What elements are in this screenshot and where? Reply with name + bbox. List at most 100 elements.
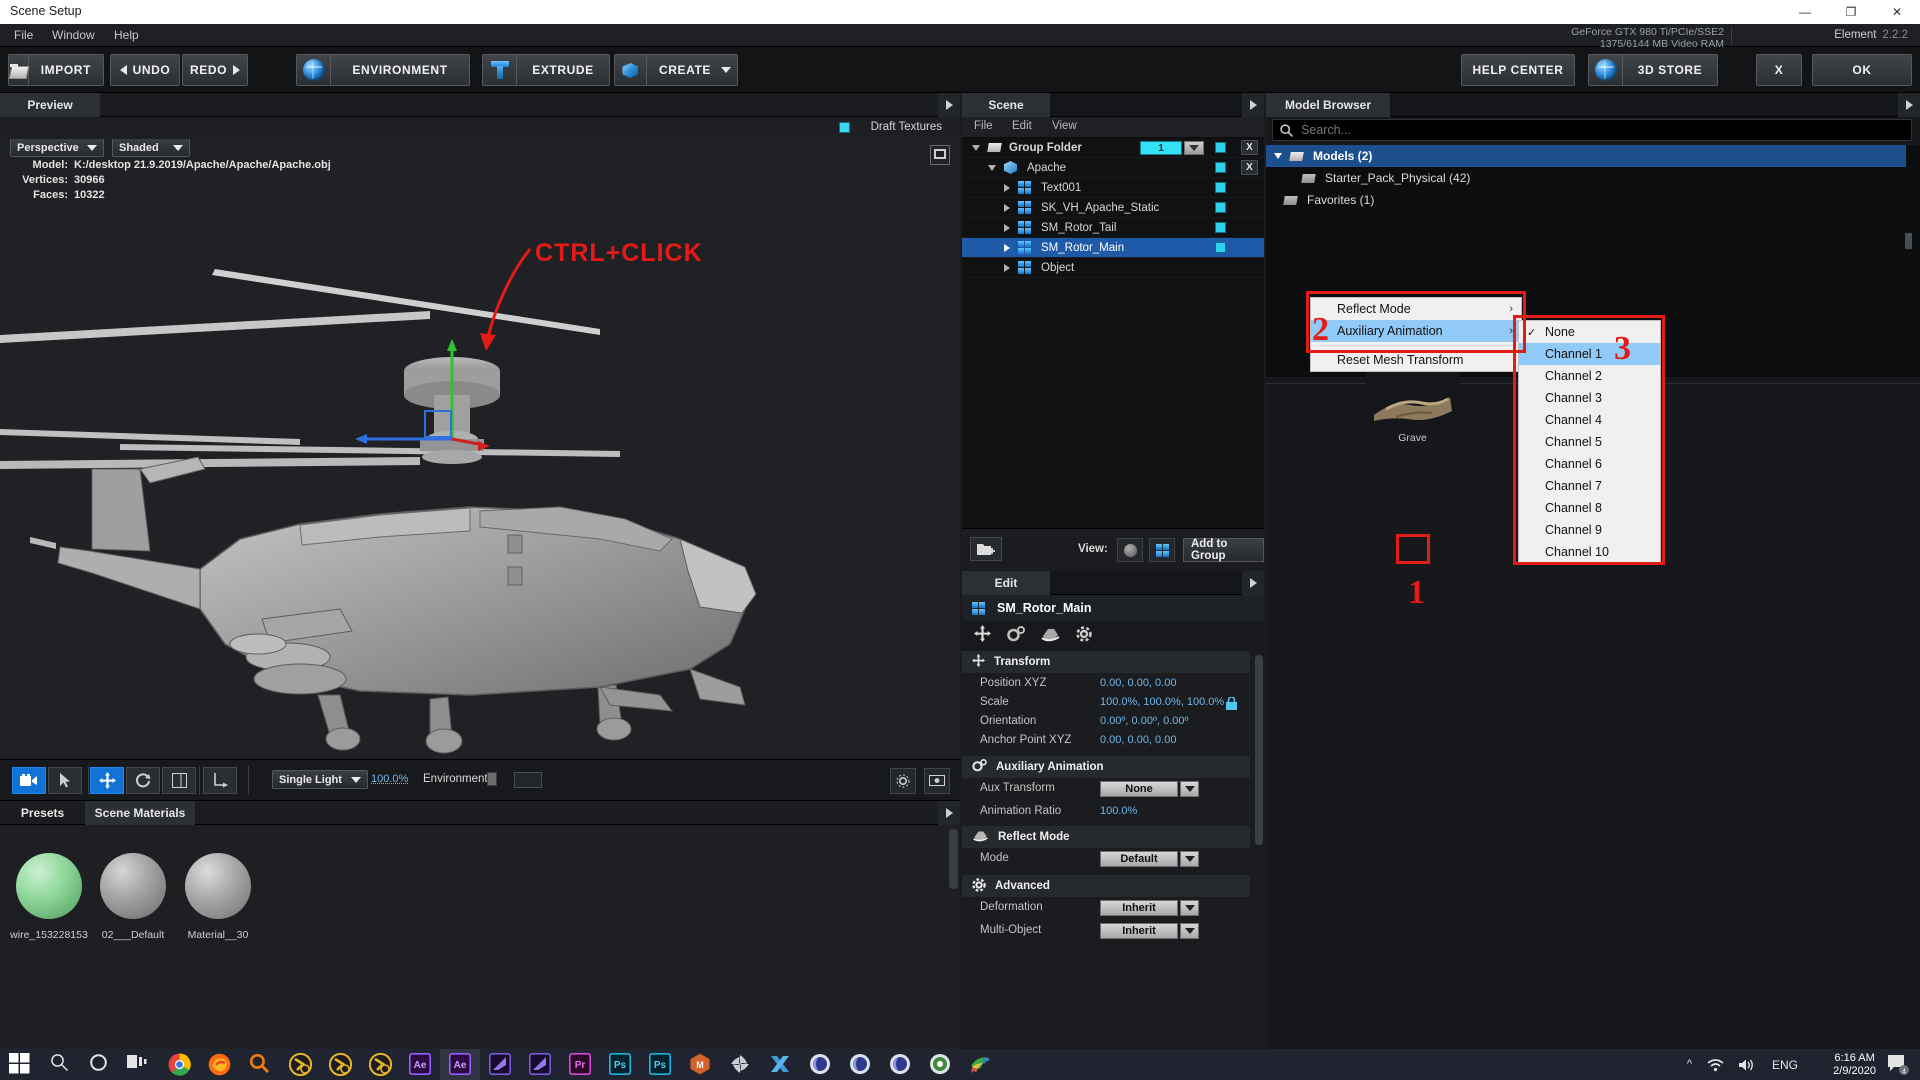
camera-mode-dropdown[interactable]: Perspective (10, 139, 104, 157)
materials-scrollbar[interactable] (949, 829, 958, 889)
tab-preview[interactable]: Preview (0, 93, 100, 117)
material-swatch[interactable] (16, 853, 82, 919)
scene-tree-row-sk-vh-apache-static[interactable]: SK_VH_Apache_Static (962, 198, 1264, 218)
cancel-button[interactable]: X (1756, 54, 1802, 86)
advanced-section-icon[interactable] (1076, 626, 1092, 647)
ok-button[interactable]: OK (1812, 54, 1912, 86)
chevron-right-icon[interactable] (1004, 264, 1010, 272)
channel-menu-item-channel-10[interactable]: Channel 10 (1519, 541, 1660, 563)
transform-section-icon[interactable] (974, 625, 991, 647)
material-swatch[interactable] (185, 853, 251, 919)
photoshop-icon-1[interactable]: Ps (609, 1053, 632, 1076)
extrude-button[interactable]: EXTRUDE (482, 54, 610, 86)
chevron-right-icon[interactable] (1004, 204, 1010, 212)
xsplit-icon[interactable] (769, 1053, 792, 1076)
select-tool-button[interactable] (48, 767, 82, 794)
reflect-mode-section-icon[interactable] (1041, 626, 1060, 647)
menu-item-file[interactable]: File (14, 28, 33, 42)
daz-studio-icon[interactable] (729, 1053, 752, 1076)
channel-menu-item-channel-9[interactable]: Channel 9 (1519, 519, 1660, 541)
draft-textures-checkbox[interactable] (839, 122, 850, 133)
channel-menu-item-channel-5[interactable]: Channel 5 (1519, 431, 1660, 453)
channel-menu-item-channel-3[interactable]: Channel 3 (1519, 387, 1660, 409)
deformation-dropdown[interactable]: Inherit (1100, 900, 1178, 916)
premiere-pro-icon[interactable]: Pr (569, 1053, 592, 1076)
search-icon[interactable] (50, 1053, 73, 1076)
everything-search-icon[interactable] (249, 1053, 272, 1076)
cinema4d-icon-2[interactable] (849, 1053, 872, 1076)
context-menu-item-reflect-mode[interactable]: Reflect Mode › (1311, 298, 1521, 320)
scene-tree[interactable]: Group Folder 1 X Apache X Text001 SK_VH_… (962, 138, 1264, 528)
visibility-toggle[interactable] (1215, 162, 1226, 173)
group-header-auxiliary-animation[interactable]: Auxiliary Animation (962, 756, 1250, 778)
scene-tree-row-sm-rotor-main[interactable]: SM_Rotor_Main (962, 238, 1264, 258)
cinema4d-icon-1[interactable] (809, 1053, 832, 1076)
model-browser-row-models[interactable]: Models (2) (1266, 145, 1906, 167)
light-intensity-value[interactable]: 100.0% (371, 773, 408, 785)
volume-icon[interactable] (1738, 1058, 1755, 1077)
delete-button[interactable]: X (1241, 140, 1258, 155)
environment-button[interactable]: ENVIRONMENT (296, 54, 470, 86)
scene-tree-row-object[interactable]: Object (962, 258, 1264, 278)
aux-transform-dropdown[interactable]: None (1100, 781, 1178, 797)
scene-strip-expand-button[interactable] (1242, 93, 1264, 117)
channel-menu-item-channel-7[interactable]: Channel 7 (1519, 475, 1660, 497)
group-header-advanced[interactable]: Advanced (962, 875, 1250, 897)
wifi-icon[interactable] (1707, 1058, 1724, 1077)
camera-tool-button[interactable] (12, 767, 46, 794)
scene-menu-file[interactable]: File (974, 120, 993, 132)
redo-button[interactable]: REDO (182, 54, 248, 86)
edit-strip-expand-button[interactable] (1242, 571, 1264, 595)
cinema4d-icon-3[interactable] (889, 1053, 912, 1076)
aux-transform-dropdown-button[interactable] (1180, 781, 1199, 797)
window-close-button[interactable]: ✕ (1874, 0, 1920, 24)
utorrent-icon-2[interactable] (329, 1053, 352, 1076)
group-header-reflect-mode[interactable]: Reflect Mode (962, 826, 1250, 848)
model-browser-row-favorites[interactable]: Favorites (1) (1266, 189, 1906, 211)
tab-presets[interactable]: Presets (0, 801, 85, 825)
visibility-toggle[interactable] (1215, 242, 1226, 253)
model-browser-search[interactable] (1272, 119, 1912, 141)
environment-color-swatch[interactable] (514, 772, 542, 788)
model-browser-strip-expand-button[interactable] (1898, 93, 1920, 117)
property-value[interactable]: 100.0%, 100.0%, 100.0% (1100, 696, 1224, 708)
taskbar-clock[interactable]: 6:16 AM 2/9/2020 (1833, 1052, 1876, 1078)
internet-download-manager-icon[interactable] (969, 1053, 992, 1076)
environment-toggle-swatch[interactable] (487, 772, 497, 786)
chevron-down-icon[interactable] (1274, 153, 1282, 159)
visibility-toggle[interactable] (1215, 222, 1226, 233)
materials-strip-expand-button[interactable] (938, 801, 960, 825)
firefox-icon[interactable] (208, 1053, 231, 1076)
window-minimize-button[interactable]: — (1782, 0, 1828, 24)
photoshop-icon-2[interactable]: Ps (649, 1053, 672, 1076)
channel-menu-item-channel-6[interactable]: Channel 6 (1519, 453, 1660, 475)
property-value[interactable]: 0.00, 0.00, 0.00 (1100, 734, 1176, 746)
cortana-icon[interactable] (89, 1053, 112, 1076)
tab-model-browser[interactable]: Model Browser (1266, 93, 1390, 117)
axis-tool-button[interactable] (203, 767, 237, 794)
autodesk-maya-icon[interactable]: M (689, 1053, 712, 1076)
chevron-right-icon[interactable] (1004, 244, 1010, 252)
scene-tree-row-group-folder[interactable]: Group Folder 1 X (962, 138, 1264, 158)
add-folder-button[interactable] (970, 537, 1002, 561)
menu-item-window[interactable]: Window (52, 28, 95, 42)
channel-menu-item-channel-4[interactable]: Channel 4 (1519, 409, 1660, 431)
scale-tool-button[interactable] (162, 767, 196, 794)
rotate-tool-button[interactable] (126, 767, 160, 794)
multi-object-dropdown-button[interactable] (1180, 923, 1199, 939)
undo-button[interactable]: UNDO (110, 54, 180, 86)
edit-panel-scrollbar[interactable] (1255, 655, 1263, 845)
task-view-icon[interactable] (127, 1053, 150, 1076)
model-browser-vertical-scrollbar[interactable] (1905, 233, 1912, 249)
auxiliary-animation-section-icon[interactable] (1007, 626, 1025, 647)
channel-menu-item-channel-1[interactable]: Channel 1 (1519, 343, 1660, 365)
light-preset-dropdown[interactable]: Single Light (272, 770, 368, 789)
utorrent-icon-3[interactable] (369, 1053, 392, 1076)
tray-expand-icon[interactable]: ^ (1687, 1058, 1692, 1070)
visibility-toggle[interactable] (1215, 142, 1226, 153)
scene-tree-row-apache[interactable]: Apache X (962, 158, 1264, 178)
move-tool-button[interactable] (90, 767, 124, 794)
context-menu[interactable]: Reflect Mode › Auxiliary Animation › Res… (1310, 297, 1522, 372)
menu-item-help[interactable]: Help (114, 28, 139, 42)
view-mesh-button[interactable] (1149, 538, 1175, 562)
